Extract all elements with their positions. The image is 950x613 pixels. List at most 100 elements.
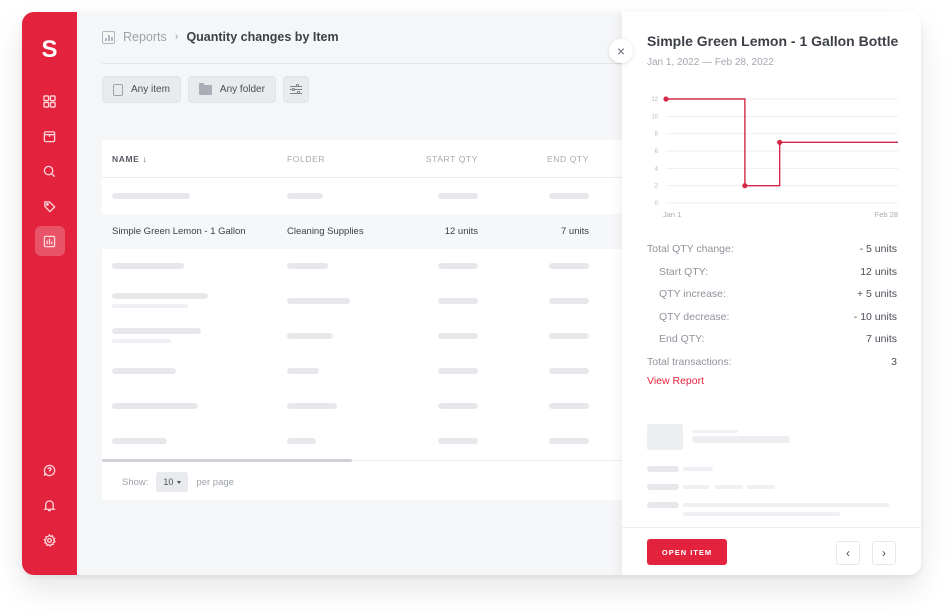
sidebar-item-notifications[interactable]	[35, 490, 65, 520]
app-window: S Reports › Quantity changes by Item Any…	[22, 12, 921, 575]
y-tick-label: 0	[655, 201, 659, 207]
view-report-link[interactable]: View Report	[647, 375, 704, 387]
y-tick-label: 2	[655, 184, 659, 190]
item-detail-panel: Simple Green Lemon - 1 Gallon Bottle Jan…	[622, 12, 921, 575]
breadcrumb-reports-link[interactable]: Reports	[123, 30, 167, 44]
sidebar-item-help[interactable]	[35, 455, 65, 485]
app-logo[interactable]: S	[41, 36, 57, 66]
stat-row: Start QTY: 12 units	[647, 261, 897, 284]
folder-filter-label: Any folder	[219, 84, 265, 95]
chevron-right-icon: ›	[882, 546, 886, 560]
per-page-label: per page	[196, 476, 234, 488]
data-point	[777, 139, 783, 145]
stat-row: Total transactions: 3	[647, 351, 897, 374]
stat-value: 3	[891, 355, 897, 368]
horizontal-scrollbar[interactable]	[102, 459, 352, 462]
reports-icon	[102, 30, 115, 44]
filter-bar: Any item Any folder	[102, 76, 309, 103]
sidebar-item-tags[interactable]	[35, 191, 65, 221]
table-row-placeholder	[102, 354, 622, 389]
item-filter-label: Any item	[131, 84, 170, 95]
stat-label: QTY decrease:	[659, 310, 730, 323]
breadcrumb-separator: ›	[174, 31, 179, 43]
table-row-placeholder	[102, 424, 622, 459]
table-row-placeholder	[102, 319, 622, 354]
close-panel-button[interactable]: ×	[609, 39, 633, 63]
sidebar-item-dashboard[interactable]	[35, 86, 65, 116]
x-tick-label: Feb 28	[875, 210, 898, 219]
sidebar-nav	[34, 86, 65, 256]
data-point	[663, 96, 669, 102]
more-filters-button[interactable]	[282, 76, 309, 103]
sidebar-item-reports[interactable]	[34, 226, 65, 256]
caret-down-icon	[177, 480, 182, 484]
column-header-folder[interactable]: FOLDER	[287, 154, 325, 164]
cell-end-qty: 7 units	[561, 226, 589, 237]
data-point	[742, 183, 748, 189]
column-header-name[interactable]: NAME ↓	[112, 154, 147, 164]
sidebar: S	[22, 12, 77, 575]
stat-label: Total QTY change:	[647, 243, 734, 255]
box-icon	[43, 130, 56, 142]
table-row-placeholder	[102, 249, 622, 284]
folder-filter-button[interactable]: Any folder	[187, 76, 276, 103]
grid-icon	[43, 94, 56, 108]
stat-row: End QTY: 7 units	[647, 328, 897, 351]
y-tick-label: 8	[655, 132, 659, 138]
stat-label: Total transactions:	[647, 355, 732, 368]
y-tick-label: 12	[651, 97, 658, 103]
breadcrumb: Reports › Quantity changes by Item	[102, 30, 339, 44]
sidebar-item-search[interactable]	[35, 156, 65, 186]
table-row-placeholder	[102, 389, 622, 424]
stat-value: - 10 units	[853, 310, 897, 323]
y-tick-label: 10	[651, 114, 658, 120]
cell-folder: Cleaning Supplies	[287, 226, 364, 237]
stat-value: 12 units	[860, 265, 897, 278]
table-row-placeholder	[102, 284, 622, 319]
x-tick-label: Jan 1	[663, 210, 681, 219]
gear-icon	[43, 533, 56, 547]
stats-list: Total QTY change: - 5 units Start QTY: 12 u…	[647, 238, 897, 373]
stat-value: + 5 units	[857, 288, 897, 300]
stat-label: QTY increase:	[659, 288, 726, 300]
next-item-button[interactable]: ›	[872, 541, 896, 565]
table-row-selected[interactable]: Simple Green Lemon - 1 Gallon Cleaning S…	[102, 214, 622, 249]
stat-label: End QTY:	[659, 333, 705, 345]
open-item-button[interactable]: OPEN ITEM	[647, 539, 727, 565]
stat-value: 7 units	[866, 333, 897, 345]
column-header-start-qty[interactable]: START QTY	[402, 154, 478, 164]
stat-row: QTY decrease: - 10 units	[647, 306, 897, 329]
file-icon	[113, 83, 123, 96]
per-page-select[interactable]: 10	[156, 472, 189, 492]
bell-icon	[43, 499, 56, 511]
stat-row: QTY increase: + 5 units	[647, 283, 897, 306]
sliders-icon	[289, 84, 302, 95]
table-row-placeholder	[102, 179, 622, 214]
folder-icon	[198, 82, 212, 95]
column-header-end-qty[interactable]: END QTY	[512, 154, 589, 164]
main-content: Reports › Quantity changes by Item Any i…	[77, 12, 622, 575]
stat-value: - 5 units	[859, 243, 897, 255]
y-tick-label: 4	[655, 166, 659, 172]
table-header: NAME ↓ FOLDER START QTY END QTY	[102, 140, 622, 178]
panel-title: Simple Green Lemon - 1 Gallon Bottle	[647, 33, 899, 49]
page-title: Quantity changes by Item	[186, 30, 339, 44]
per-page-value: 10	[163, 477, 174, 487]
chevron-left-icon: ‹	[846, 546, 850, 560]
cell-start-qty: 12 units	[444, 226, 478, 237]
pagination: Show: 10 per page	[122, 472, 234, 492]
sidebar-item-settings[interactable]	[35, 525, 65, 555]
item-filter-button[interactable]: Any item	[102, 76, 181, 103]
sidebar-item-items[interactable]	[35, 121, 65, 151]
y-tick-label: 6	[655, 149, 659, 155]
cell-name: Simple Green Lemon - 1 Gallon	[112, 226, 246, 237]
sidebar-bottom	[35, 455, 65, 555]
show-label: Show:	[122, 476, 149, 488]
tag-icon	[44, 200, 56, 213]
previous-item-button[interactable]: ‹	[836, 541, 860, 565]
stat-label: Start QTY:	[659, 265, 709, 278]
stat-row: Total QTY change: - 5 units	[647, 238, 897, 261]
panel-footer: OPEN ITEM ‹ ›	[622, 527, 921, 575]
help-icon	[43, 464, 56, 476]
header-divider	[102, 63, 622, 64]
